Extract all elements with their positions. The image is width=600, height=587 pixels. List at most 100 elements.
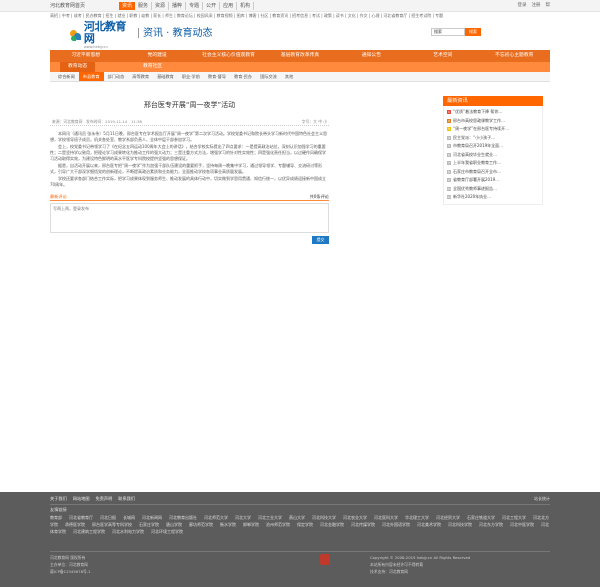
footer-line: 技术支持：河北教育网: [370, 569, 408, 574]
site-stats-link[interactable]: 站长统计: [534, 496, 550, 501]
partner-link[interactable]: 石家庄学院: [139, 522, 159, 527]
main-nav-item[interactable]: 艺术空间: [407, 50, 478, 62]
comment-count: 共0条评论: [309, 193, 329, 199]
partner-link[interactable]: 河北省教育厅: [69, 515, 93, 520]
top-nav-apps[interactable]: 应用: [220, 2, 238, 10]
sub-nav-item-active[interactable]: 市县教育: [78, 72, 104, 81]
sub-nav: 综合新闻 市县教育 部门动态 高等教育 基础教育 职业·学前 教育·督导 教育·…: [50, 72, 550, 82]
partner-link[interactable]: 石家庄铁道大学: [467, 515, 495, 520]
list-item[interactable]: 5 市教育局召开2019年全面…: [447, 142, 539, 151]
partner-link[interactable]: 河北日报: [100, 515, 116, 520]
article-paragraph: 会上，校党委书记带领学习了《在纪念五四运动100周年大会上的讲话》，结合学校实际…: [50, 143, 326, 161]
rank-7-icon: 7: [447, 161, 451, 166]
partner-link[interactable]: 华北理工大学: [405, 515, 429, 520]
partner-link[interactable]: 河北医科大学: [374, 515, 398, 520]
partner-link[interactable]: 河北环境工程学院: [151, 529, 183, 534]
comment-input[interactable]: [50, 202, 329, 233]
site-logo[interactable]: 河北教育网 www.hebjy.cn: [70, 20, 136, 49]
partner-link[interactable]: 燕山大学: [289, 515, 305, 520]
list-item[interactable]: 7 上半年我省职业教育工作…: [447, 159, 539, 168]
sub-nav-item[interactable]: 国际交流: [256, 72, 281, 81]
partner-links: 教育部 河北省教育厅 河北日报 长城网 河北新闻网 河北教育出版社 河北师范大学 河北大学 河北…: [50, 514, 550, 535]
partner-link[interactable]: 河北美术学院: [417, 522, 441, 527]
partner-link[interactable]: 河北水利电力学院: [112, 529, 144, 534]
top-nav-service[interactable]: 服务: [135, 2, 153, 10]
channel-links[interactable]: 高招 | 中考 | 成考 | 民办教育 | 招生 | 就业 | 职教 | 幼教 …: [50, 13, 550, 19]
police-badge-icon[interactable]: [320, 554, 330, 565]
sub-nav-item[interactable]: 职业·学前: [178, 72, 204, 81]
footer-link[interactable]: 关于我们: [50, 496, 67, 501]
partner-link[interactable]: 承德医学院: [65, 522, 85, 527]
font-size-switch[interactable]: 字号：大 中 小: [302, 118, 327, 125]
top-nav-public[interactable]: 公开: [203, 2, 221, 10]
partner-link[interactable]: 保定学院: [297, 522, 313, 527]
partner-link[interactable]: 河北师范大学: [204, 515, 228, 520]
partner-link[interactable]: 廊坊师范学院: [189, 522, 213, 527]
partner-link[interactable]: 河北东方学院: [479, 522, 503, 527]
partner-link[interactable]: 河北科技大学: [312, 515, 336, 520]
list-item[interactable]: 4 民主党派：“小小孩子…: [447, 134, 539, 143]
help-link[interactable]: 帮: [546, 3, 551, 9]
sub-nav-item[interactable]: 综合新闻: [54, 72, 79, 81]
list-item[interactable]: 3 “周一夜学”在邢台医专持续开…: [447, 125, 539, 134]
list-item[interactable]: 9 省教育厅部署开展2019…: [447, 176, 539, 185]
partner-link[interactable]: 河北经贸大学: [436, 515, 460, 520]
main-nav-item[interactable]: 社会主义核心价值观教育: [193, 50, 264, 62]
partner-link[interactable]: 河北工业大学: [258, 515, 282, 520]
top-nav-resource[interactable]: 资源: [152, 2, 170, 10]
partner-link[interactable]: 邯郸学院: [243, 522, 259, 527]
partner-link[interactable]: 教育部: [50, 515, 62, 520]
tab-education-news[interactable]: 教育动态: [60, 62, 96, 72]
channel-title-text: 资讯 · 教育动态: [143, 28, 213, 39]
home-link[interactable]: 河北教育网首页: [50, 3, 85, 9]
partner-link[interactable]: 河北金融学院: [320, 522, 344, 527]
list-item[interactable]: 2 邢台市高校思政课教学工作…: [447, 117, 539, 126]
sub-nav-item[interactable]: 基础教育: [153, 72, 178, 81]
footer-divider: [50, 504, 550, 505]
partner-link[interactable]: 河北大学: [235, 515, 251, 520]
partner-link[interactable]: 河北传媒学院: [351, 522, 375, 527]
main-nav-item[interactable]: 党的建设: [121, 50, 192, 62]
sub-nav-item[interactable]: 教育·督导: [204, 72, 230, 81]
sub-nav-item[interactable]: 高等教育: [128, 72, 153, 81]
list-item[interactable]: 1 “优质”着法教育下降 帮你…: [447, 108, 539, 117]
sub-nav-item[interactable]: 部门动态: [104, 72, 129, 81]
search-input[interactable]: 搜索: [431, 28, 465, 36]
partner-link[interactable]: 河北新闻网: [142, 515, 162, 520]
partner-link[interactable]: 唐山学院: [166, 522, 182, 527]
list-item[interactable]: 8 石家庄市教育局召开全市…: [447, 168, 539, 177]
partner-link[interactable]: 河北外国语学院: [382, 522, 410, 527]
partner-link[interactable]: 长城网: [123, 515, 135, 520]
partner-link[interactable]: 沧州师范学院: [266, 522, 290, 527]
register-link[interactable]: 注册: [532, 3, 541, 9]
tab-education-community[interactable]: 教育社区: [135, 62, 170, 72]
partner-link[interactable]: 衡水学院: [220, 522, 236, 527]
list-item[interactable]: 6 河北省高校毕业生就业…: [447, 151, 539, 160]
list-item[interactable]: 11 新华社2020年执业…: [447, 193, 539, 202]
top-nav-news[interactable]: 资讯: [119, 2, 136, 10]
sub-nav-item[interactable]: 其他: [281, 72, 297, 81]
footer-link[interactable]: 网站地图: [73, 496, 90, 501]
main-nav-item[interactable]: 基层教育改革传真: [264, 50, 335, 62]
sub-nav-item[interactable]: 教育·民办: [230, 72, 256, 81]
list-item[interactable]: 10 全国优秀教师事迹报告…: [447, 185, 539, 194]
search-button[interactable]: 搜索: [465, 28, 481, 36]
top-nav-topic[interactable]: 专题: [186, 2, 204, 10]
login-link[interactable]: 登录: [518, 3, 527, 9]
top-nav-orgs[interactable]: 机构: [237, 2, 255, 10]
main-nav-item[interactable]: 通知公告: [336, 50, 407, 62]
partner-link[interactable]: 河北教育出版社: [169, 515, 197, 520]
partner-link[interactable]: 河北中医学院: [510, 522, 534, 527]
footer-link[interactable]: 联系我们: [118, 496, 135, 501]
partner-link[interactable]: 邢台医学高等专科学校: [92, 522, 132, 527]
footer-link[interactable]: 免责声明: [96, 496, 113, 501]
partner-link[interactable]: 河北建筑工程学院: [73, 529, 105, 534]
partner-link[interactable]: 河北科技学院: [448, 522, 472, 527]
comment-submit-button[interactable]: 提交: [312, 235, 329, 244]
partner-link[interactable]: 河北工程大学: [502, 515, 526, 520]
main-nav-item[interactable]: 习近平新思想: [50, 50, 121, 62]
rank-9-icon: 9: [447, 178, 451, 183]
main-nav-item[interactable]: 不忘初心主题教育: [479, 50, 550, 62]
partner-link[interactable]: 河北农业大学: [343, 515, 367, 520]
top-nav-highlight[interactable]: 播粹: [169, 2, 187, 10]
